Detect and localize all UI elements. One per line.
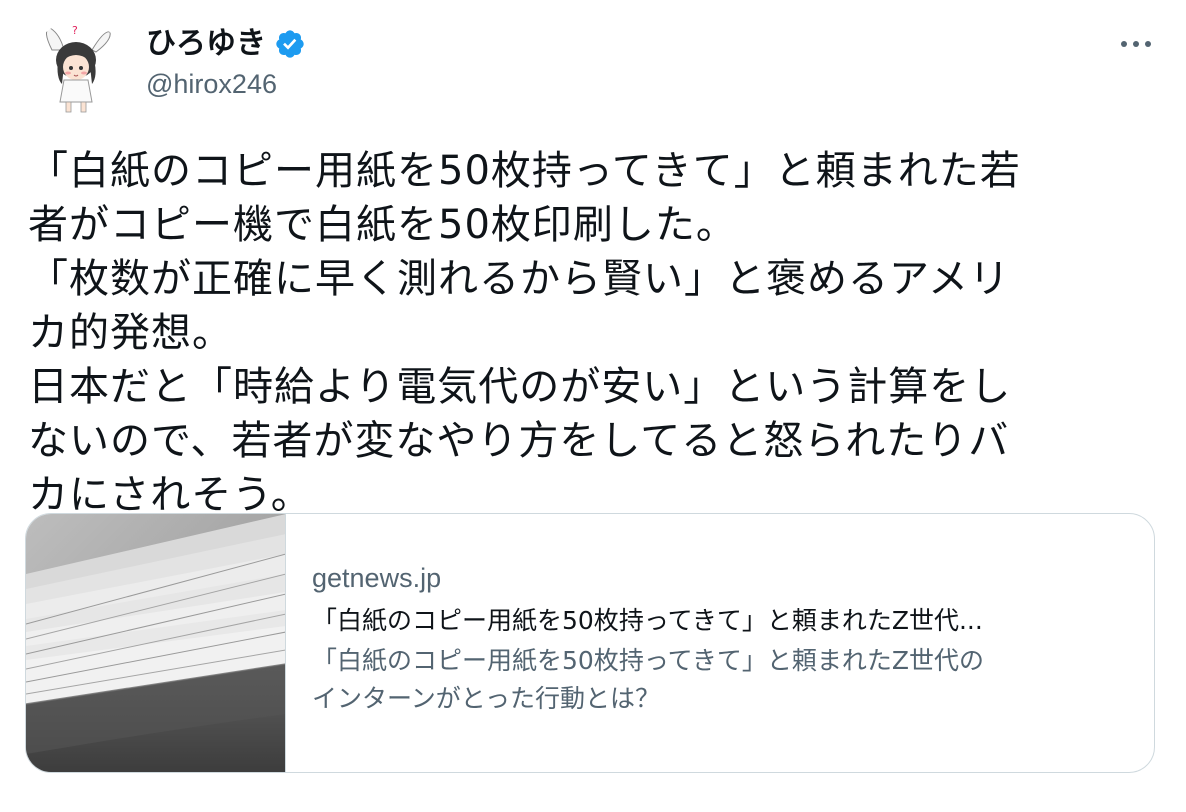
more-options-icon <box>1121 41 1151 47</box>
link-description: 「白紙のコピー用紙を50枚持ってきて」と頼まれたZ世代の インターンがとった行動… <box>312 642 1132 718</box>
svg-text:?: ? <box>72 24 78 37</box>
tweet-text-line: 日本だと「時給より電気代のが安い」という計算をし <box>28 364 1012 410</box>
avatar[interactable]: ? <box>30 20 126 116</box>
verified-badge-icon <box>276 30 304 58</box>
link-preview-image <box>26 514 286 772</box>
link-preview-card[interactable]: getnews.jp 「白紙のコピー用紙を50枚持ってきて」と頼まれたZ世代..… <box>25 513 1155 773</box>
tweet-text-line: 「白紙のコピー用紙を50枚持ってきて」と頼まれた若 <box>28 148 1021 194</box>
tweet-text-line: 「枚数が正確に早く測れるから賢い」と褒めるアメリ <box>28 256 1010 302</box>
tweet-text-line: カ的発想。 <box>28 310 233 356</box>
more-options-button[interactable] <box>1116 32 1156 56</box>
link-description-line: 「白紙のコピー用紙を50枚持ってきて」と頼まれたZ世代の <box>312 646 984 675</box>
link-domain: getnews.jp <box>312 563 442 593</box>
link-title: 「白紙のコピー用紙を50枚持ってきて」と頼まれたZ世代... <box>312 606 983 635</box>
link-preview-info: getnews.jp 「白紙のコピー用紙を50枚持ってきて」と頼まれたZ世代..… <box>312 560 1132 718</box>
tweet-text-line: 者がコピー機で白紙を50枚印刷した。 <box>28 202 737 248</box>
link-description-line: インターンがとった行動とは？ <box>312 684 661 713</box>
tweet: ? ひろゆき @hirox246 「白紙のコピー用紙を50枚持ってきて」と頼まれ… <box>0 0 1186 812</box>
display-name[interactable]: ひろゆき <box>146 24 266 64</box>
tweet-text: 「白紙のコピー用紙を50枚持ってきて」と頼まれた若 者がコピー機で白紙を50枚印… <box>28 144 1148 522</box>
tweet-text-line: ないので、若者が変なやり方をしてると怒られたりバ <box>28 418 1010 464</box>
author-name-row[interactable]: ひろゆき <box>146 24 306 64</box>
avatar-icon: ? <box>30 20 126 116</box>
author-handle[interactable]: @hirox246 <box>146 66 277 102</box>
